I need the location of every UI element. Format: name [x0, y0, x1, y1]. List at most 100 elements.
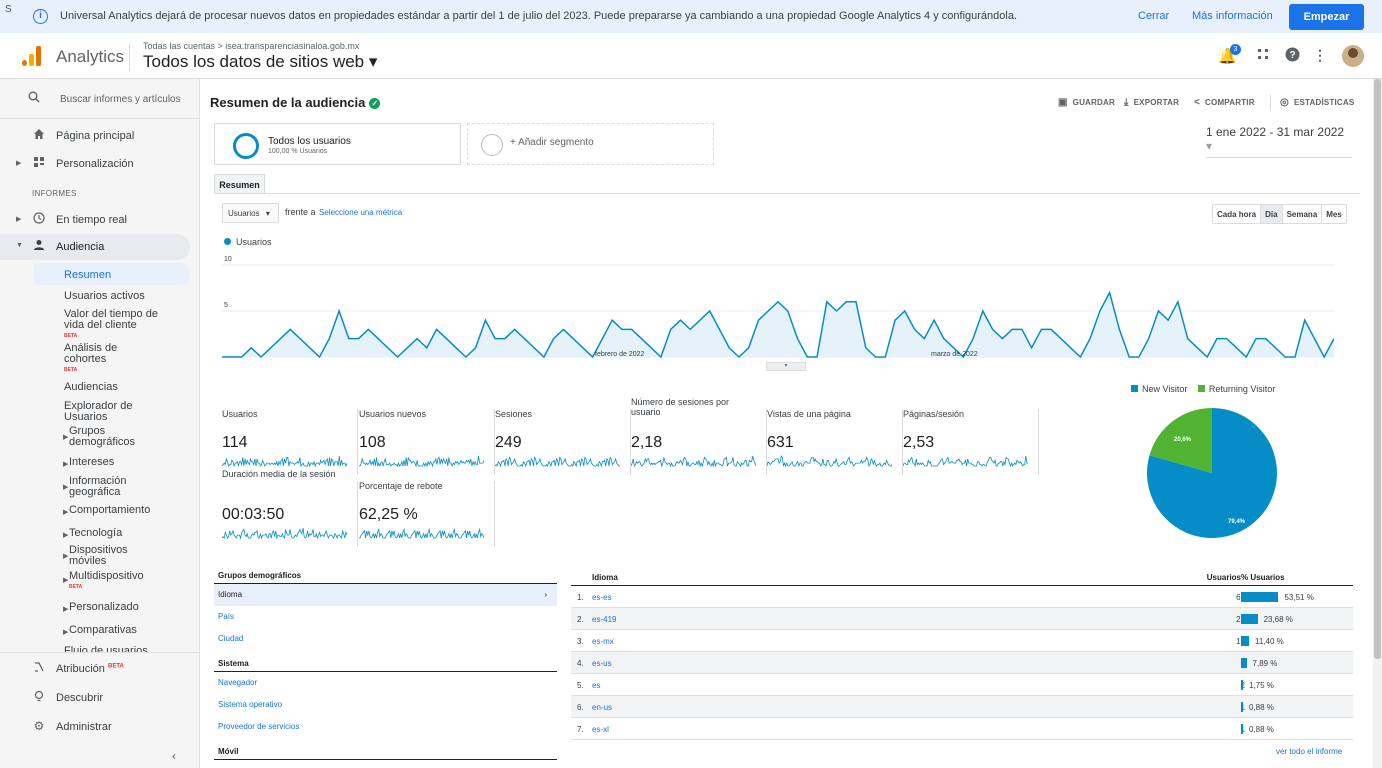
mobile-group: Móvil	[214, 747, 557, 760]
sidebar-item-customization[interactable]: ▶ Personalización	[0, 151, 190, 177]
avatar[interactable]	[1342, 45, 1364, 67]
column-header-percent: % Usuarios	[1241, 573, 1285, 582]
view-full-report-link[interactable]: ver todo el informe	[1276, 747, 1342, 756]
language-link[interactable]: en-us	[592, 703, 612, 712]
sidebar-subitem-demographics[interactable]: ▶ Grupos demográficos	[63, 426, 159, 448]
stat-card[interactable]: Vistas de una página 631	[767, 409, 903, 475]
chevron-right-icon: ›	[544, 590, 547, 599]
sidebar-item-discover[interactable]: Descubrir	[0, 685, 190, 711]
language-link[interactable]: es-es	[592, 593, 612, 602]
language-link[interactable]: es-mx	[592, 637, 614, 646]
sidebar-item-attribution[interactable]: Atribución BETA	[0, 656, 190, 682]
visitor-type-pie-chart[interactable]: 79,4% 20,6%	[1146, 407, 1278, 539]
sidebar-subitem-label: Dispositivos móviles	[69, 544, 128, 567]
table-row: 1.es-es6153,51 %	[571, 586, 1353, 608]
segment-all-users[interactable]: Todos los usuarios 100,00 % Usuarios	[214, 123, 461, 165]
column-header-language: Idioma	[592, 573, 618, 582]
info-icon: i	[33, 9, 48, 24]
sidebar-item-realtime[interactable]: ▶ En tiempo real	[0, 207, 190, 233]
group-item-os[interactable]: Sistema operativo	[214, 694, 557, 716]
sidebar-subitem-overview[interactable]: Resumen	[34, 263, 190, 285]
sidebar-subitem-cohort[interactable]: Análisis de cohortes BETA	[64, 343, 154, 376]
percent-value: 1,75 %	[1249, 681, 1274, 690]
sidebar-subitem-crossdevice[interactable]: ▶ Multidispositivo BETA	[63, 571, 144, 593]
sidebar-subitem[interactable]: Explorador de Usuarios	[64, 401, 154, 423]
stat-card[interactable]: Usuarios nuevos 108	[359, 409, 495, 475]
stat-card[interactable]: Número de sesiones por usuario 2,18	[631, 397, 767, 475]
granularity-day[interactable]: Día	[1261, 205, 1283, 223]
percent-value: 7,89 %	[1252, 659, 1278, 668]
granularity-month[interactable]: Mes	[1322, 205, 1346, 223]
stat-card[interactable]: Usuarios 114	[222, 409, 358, 475]
tab-overview[interactable]: Resumen	[214, 174, 265, 194]
help-icon[interactable]: ?	[1283, 47, 1301, 65]
collapse-arrow-icon: ▼	[16, 242, 23, 249]
scrollbar-thumb[interactable]	[1374, 79, 1381, 659]
language-link[interactable]: es	[592, 681, 600, 690]
sidebar-search[interactable]: Buscar informes y artículos	[0, 79, 199, 119]
date-range-picker[interactable]: 1 ene 2022 - 31 mar 2022 ▾	[1206, 125, 1352, 158]
metric-dropdown[interactable]: Usuarios ▾	[222, 203, 279, 223]
group-item-country[interactable]: País	[214, 606, 557, 628]
sidebar-item-admin[interactable]: ⚙ Administrar	[0, 714, 190, 740]
segment-color-ring	[233, 133, 259, 159]
sidebar-item-label: Descubrir	[56, 692, 104, 704]
collapse-sidebar-icon[interactable]: ‹	[172, 749, 176, 763]
scrollbar[interactable]	[1373, 79, 1382, 768]
analytics-logo-icon[interactable]	[22, 46, 44, 66]
banner-more-info-link[interactable]: Más información	[1192, 10, 1273, 22]
save-icon: ▣	[1058, 97, 1068, 108]
granularity-week[interactable]: Semana	[1282, 205, 1323, 223]
stat-card[interactable]: Porcentaje de rebote 62,25 %	[359, 481, 495, 547]
granularity-hourly[interactable]: Cada hora	[1213, 205, 1262, 223]
group-item-language[interactable]: Idioma ›	[214, 584, 557, 606]
group-item-isp[interactable]: Proveedor de servicios	[214, 716, 557, 738]
attribution-icon	[32, 661, 46, 675]
search-icon	[28, 91, 40, 106]
beta-badge: BETA	[69, 584, 83, 590]
sidebar-subitem-behavior[interactable]: ▶ Comportamiento	[63, 505, 150, 517]
language-link[interactable]: es-xl	[592, 725, 609, 734]
stat-card[interactable]: Sesiones 249	[495, 409, 631, 475]
select-metric-link[interactable]: Seleccione una métrica	[319, 208, 402, 217]
sidebar-item-home[interactable]: Página principal	[0, 123, 190, 149]
property-selector[interactable]: Todos los datos de sitios web ▾	[143, 52, 377, 72]
sidebar-subitem-label: Información geográfica	[69, 475, 127, 498]
apps-grid-icon[interactable]	[1254, 47, 1272, 65]
report-title: Resumen de la audiencia ✓	[210, 95, 381, 110]
language-link[interactable]: es-419	[592, 615, 616, 624]
stat-card[interactable]: Duración media de la sesión 00:03:50	[222, 469, 358, 547]
segment-name: Todos los usuarios	[268, 136, 351, 147]
add-segment-button[interactable]: + Añadir segmento	[467, 123, 714, 165]
sparkline	[222, 455, 347, 468]
share-button[interactable]: < COMPARTIR	[1194, 97, 1255, 108]
sidebar-subitem-benchmark[interactable]: ▶ Comparativas	[63, 625, 137, 637]
group-item-city[interactable]: Ciudad	[214, 628, 557, 650]
stat-card[interactable]: Páginas/sesión 2,53	[903, 409, 1039, 475]
sidebar-subitem-interests[interactable]: ▶ Intereses	[63, 457, 114, 469]
sidebar-subitem[interactable]: Usuarios activos	[64, 291, 145, 302]
sidebar-subitem[interactable]: Audiencias	[64, 382, 118, 393]
language-link[interactable]: es-us	[592, 659, 612, 668]
chart-resize-handle[interactable]: ▾	[766, 362, 806, 371]
save-button[interactable]: ▣ GUARDAR	[1058, 97, 1115, 108]
row-index: 1.	[577, 593, 584, 602]
export-button[interactable]: ⤓ EXPORTAR	[1124, 97, 1179, 108]
percent-bar	[1241, 702, 1243, 712]
insights-button[interactable]: ◎ ESTADÍSTICAS	[1280, 97, 1354, 108]
x-axis-label: febrero de 2022	[595, 351, 645, 358]
percent-value: 11,40 %	[1254, 637, 1284, 646]
banner-start-button[interactable]: Empezar	[1289, 4, 1364, 30]
account-breadcrumb[interactable]: Todas las cuentas > isea.transparenciasi…	[143, 41, 359, 51]
more-vert-icon[interactable]: ⋮	[1311, 47, 1329, 65]
group-item-browser[interactable]: Navegador	[214, 672, 557, 694]
users-line-chart[interactable]: 10 5	[222, 251, 1334, 359]
share-label: COMPARTIR	[1205, 98, 1255, 107]
sidebar-subitem-geo[interactable]: ▶ Información geográfica	[63, 475, 159, 498]
sidebar-subitem-technology[interactable]: ▶ Tecnología	[63, 528, 122, 540]
sidebar-subitem-custom[interactable]: ▶ Personalizado	[63, 602, 139, 614]
sidebar-subitem-ltv[interactable]: Valor del tiempo de vida del cliente BETA	[64, 309, 164, 342]
banner-close-link[interactable]: Cerrar	[1138, 10, 1169, 22]
sidebar-subitem-mobile[interactable]: ▶ Dispositivos móviles	[63, 544, 159, 567]
sidebar-item-audience[interactable]: ▼ Audiencia	[0, 234, 190, 260]
